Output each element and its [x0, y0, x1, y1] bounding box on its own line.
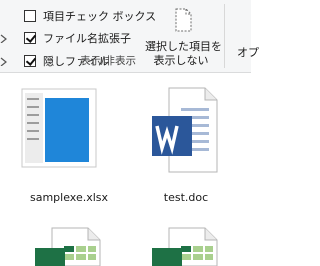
excel-document-icon — [152, 227, 218, 266]
group-label: 表示/非表示 — [79, 55, 137, 67]
file-name: samplexe.xlsx — [29, 191, 109, 204]
word-document-icon — [152, 87, 218, 173]
file-item[interactable] — [131, 226, 241, 266]
options-button[interactable]: オプ — [237, 44, 259, 60]
file-item[interactable] — [14, 226, 124, 266]
excel-document-icon — [35, 227, 101, 266]
hide-page-icon — [175, 8, 192, 32]
chevron-icon — [0, 34, 7, 43]
item-checkboxes-label: 項目チェック ボックス — [43, 10, 157, 23]
item-checkboxes-checkbox[interactable] — [24, 10, 36, 22]
hide-selected-items-button[interactable]: 選択した項目を 表示しない — [145, 4, 222, 67]
file-item[interactable]: samplexe.xlsx — [14, 84, 124, 204]
screenshot-thumbnail-icon — [21, 88, 97, 168]
file-extensions-label: ファイル名拡張子 — [43, 32, 131, 45]
group-separator — [224, 4, 225, 68]
file-item[interactable]: test.doc — [131, 84, 241, 204]
file-name: test.doc — [163, 191, 209, 204]
file-extensions-checkbox[interactable] — [24, 32, 36, 44]
hide-selected-line1: 選択した項目を — [145, 40, 222, 53]
ribbon: 項目チェック ボックス ファイル名拡張子 隠しファイル 選択した項目を 表示しな… — [0, 0, 259, 73]
